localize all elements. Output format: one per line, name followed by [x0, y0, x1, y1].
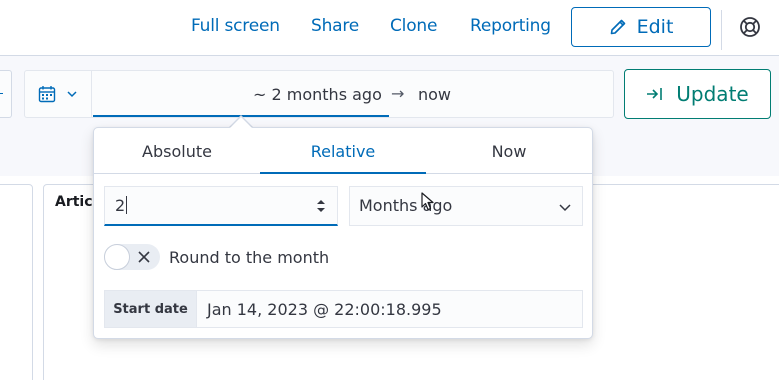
mouse-cursor-icon: [421, 192, 434, 211]
help-lifebuoy-icon[interactable]: [739, 16, 761, 38]
range-arrow-icon: →: [391, 84, 405, 103]
query-input-edge[interactable]: [0, 70, 12, 118]
tab-absolute[interactable]: Absolute: [94, 128, 260, 174]
relative-unit-select[interactable]: Months ago: [349, 186, 583, 226]
date-picker: ~ 2 months ago → now: [24, 70, 614, 118]
date-tabs: Absolute Relative Now: [94, 128, 592, 174]
full-screen-link[interactable]: Full screen: [191, 16, 280, 36]
top-header: Full screen Share Clone Reporting Edit: [0, 0, 779, 56]
reporting-link[interactable]: Reporting: [470, 16, 551, 36]
round-toggle-label: Round to the month: [169, 248, 330, 267]
start-date-value: Jan 14, 2023 @ 22:00:18.995: [207, 300, 442, 319]
calendar-icon: [38, 86, 56, 103]
range-start-button[interactable]: ~ 2 months ago: [253, 85, 382, 104]
share-link[interactable]: Share: [311, 16, 359, 36]
panel-title: Artic: [55, 194, 93, 210]
round-toggle-switch[interactable]: [104, 244, 160, 270]
tab-relative[interactable]: Relative: [260, 128, 426, 174]
range-end-button[interactable]: now: [418, 85, 451, 104]
dashboard-panel-left: [0, 184, 33, 380]
relative-count-input[interactable]: 2: [104, 186, 338, 226]
clone-link[interactable]: Clone: [390, 16, 437, 36]
switch-knob: [104, 244, 130, 270]
number-spinner-icon[interactable]: [315, 197, 327, 215]
chevron-down-icon: [559, 204, 571, 212]
edit-button[interactable]: Edit: [571, 7, 711, 47]
header-separator: [721, 10, 722, 50]
update-label: Update: [676, 82, 749, 106]
close-icon: [138, 251, 150, 263]
quick-select-button[interactable]: [25, 71, 92, 117]
relative-date-popover: Absolute Relative Now 2 Months ago Round…: [93, 127, 593, 339]
active-tab-indicator: [260, 172, 426, 174]
chevron-down-icon: [67, 91, 77, 98]
pencil-icon: [610, 19, 625, 35]
start-date-row: Start date Jan 14, 2023 @ 22:00:18.995: [104, 290, 583, 328]
text-caret: [126, 196, 128, 214]
relative-unit-value: Months ago: [359, 196, 453, 215]
update-button[interactable]: Update: [624, 69, 771, 119]
start-date-label: Start date: [105, 291, 197, 327]
edit-label: Edit: [636, 16, 674, 38]
tab-now[interactable]: Now: [426, 128, 592, 174]
refresh-arrow-icon: [647, 88, 663, 100]
relative-count-value: 2: [115, 196, 126, 215]
popover-arrow-fill: [230, 117, 252, 128]
